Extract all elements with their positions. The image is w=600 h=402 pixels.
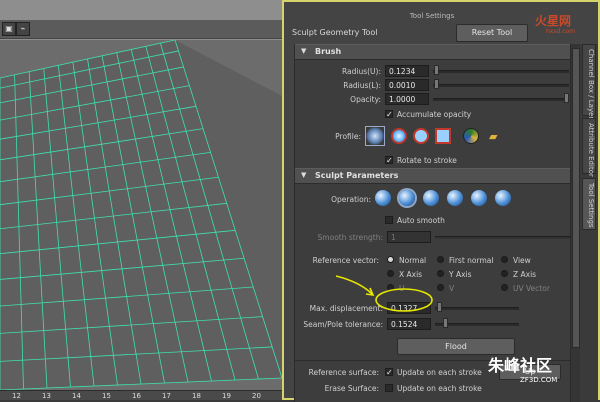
profile-soft-icon[interactable] [365, 126, 385, 146]
erase-operation-icon[interactable] [495, 190, 511, 206]
radius-u-label: Radius(U): [341, 67, 381, 76]
opacity-slider-track[interactable] [433, 98, 569, 101]
ref-uv-vector-label: UV Vector [513, 284, 550, 293]
opacity-field[interactable]: 1.0000 [385, 93, 429, 105]
profile-label: Profile: [335, 132, 361, 141]
update-on-stroke-checkbox[interactable]: ✓ [385, 368, 393, 377]
tab-attribute-editor[interactable]: Attribute Editor [582, 118, 596, 177]
ref-view-radio[interactable] [501, 256, 508, 263]
push-operation-icon[interactable] [375, 190, 391, 206]
erase-update-label: Update on each stroke [397, 384, 482, 393]
opacity-label: Opacity: [350, 95, 381, 104]
tab-tool-settings-label: Tool Settings [587, 183, 595, 228]
rotate-to-stroke-checkbox[interactable]: ✓ [385, 156, 393, 165]
radius-u-field[interactable]: 0.1234 [385, 65, 429, 77]
seam-pole-tolerance-slider-handle[interactable] [442, 318, 448, 328]
accumulate-opacity-label: Accumulate opacity [397, 110, 472, 119]
tool-settings-content: ▼ Brush Radius(U): 0.1234 Radius(L): 0.0… [294, 44, 578, 402]
grid-plane [0, 40, 282, 390]
ref-z-axis-radio[interactable] [501, 270, 508, 277]
ref-y-axis-label: Y Axis [449, 270, 472, 279]
ref-first-normal-label: First normal [449, 256, 494, 265]
tab-attribute-editor-label: Attribute Editor [587, 123, 595, 177]
ref-z-axis-label: Z Axis [513, 270, 537, 279]
reference-surface-label: Reference surface: [308, 368, 379, 377]
tool-name: Sculpt Geometry Tool [292, 28, 378, 37]
smooth-strength-label: Smooth strength: [317, 233, 383, 242]
annotation-highlight [335, 275, 433, 312]
ground-grid [0, 39, 282, 391]
update-on-stroke-label: Update on each stroke [397, 368, 482, 377]
erase-surface-label: Erase Surface: [324, 384, 379, 393]
brush-section-title: Brush [315, 47, 342, 56]
3d-viewport[interactable]: ▣ ⌁ 12 13 14 15 16 17 18 19 20 [0, 0, 282, 400]
profile-image-icon[interactable] [463, 128, 479, 144]
auto-smooth-label: Auto smooth [397, 216, 445, 225]
reference-vector-label: Reference vector: [312, 256, 379, 265]
ref-normal-label: Normal [399, 256, 427, 265]
ruler-tick: 14 [72, 392, 81, 400]
profile-square-icon[interactable] [435, 128, 451, 144]
opacity-slider-handle[interactable] [564, 93, 569, 103]
erase-update-checkbox[interactable] [385, 384, 393, 392]
scrollbar-thumb[interactable] [572, 48, 580, 348]
brush-section-header[interactable]: ▼ Brush [295, 44, 578, 60]
ruler-tick: 20 [252, 392, 261, 400]
time-ruler[interactable]: 12 13 14 15 16 17 18 19 20 [0, 390, 282, 400]
pinch-operation-icon[interactable] [471, 190, 487, 206]
ruler-tick: 13 [42, 392, 51, 400]
watermark-url-bottom: ZF3D.COM [520, 376, 558, 384]
radius-u-slider-track[interactable] [433, 70, 569, 73]
max-displacement-slider-track[interactable] [435, 307, 519, 310]
tab-channel-box[interactable]: Channel Box / Layer Editor [582, 44, 596, 142]
accumulate-opacity-checkbox[interactable]: ✓ [385, 110, 393, 119]
smooth-strength-slider-track[interactable] [435, 236, 571, 239]
collapse-triangle-icon: ▼ [301, 47, 307, 55]
tab-tool-settings[interactable]: Tool Settings [582, 178, 596, 230]
ruler-tick: 17 [162, 392, 171, 400]
ruler-tick: 12 [12, 392, 21, 400]
profile-solid-circle-icon[interactable] [413, 128, 429, 144]
reset-tool-button[interactable]: Reset Tool [456, 24, 528, 42]
ref-first-normal-radio[interactable] [437, 256, 444, 263]
annotation-arrow-icon [335, 275, 373, 295]
tool-settings-panel: Tool Settings Sculpt Geometry Tool Reset… [282, 0, 600, 402]
folder-icon[interactable]: ▰ [489, 130, 497, 143]
seam-pole-tolerance-label: Seam/Pole tolerance: [303, 320, 383, 329]
radius-l-slider-handle[interactable] [434, 79, 440, 89]
ref-normal-radio[interactable] [387, 256, 394, 263]
annotation-circle [375, 288, 433, 312]
radius-u-slider-handle[interactable] [434, 65, 440, 75]
sculpt-parameters-title: Sculpt Parameters [315, 171, 399, 180]
smooth-operation-icon[interactable] [423, 190, 439, 206]
collapse-triangle-icon: ▼ [301, 171, 307, 179]
relax-operation-icon[interactable] [447, 190, 463, 206]
ruler-tick: 18 [192, 392, 201, 400]
ruler-tick: 15 [102, 392, 111, 400]
ruler-tick: 19 [222, 392, 231, 400]
ref-v-label: V [449, 284, 455, 293]
radius-l-field[interactable]: 0.0010 [385, 79, 429, 91]
watermark-logo-top: 火星网 [535, 14, 572, 28]
rotate-to-stroke-label: Rotate to stroke [397, 156, 457, 165]
sculpt-parameters-section-header[interactable]: ▼ Sculpt Parameters [295, 168, 578, 184]
pull-operation-icon[interactable] [399, 190, 415, 206]
radius-l-slider-track[interactable] [433, 84, 569, 87]
radius-l-label: Radius(L): [343, 81, 381, 90]
ref-view-label: View [513, 256, 531, 265]
watermark-logo-bottom: 朱峰社区 [488, 356, 553, 375]
watermark-url-top: hxsd.com [546, 28, 576, 35]
ruler-tick: 16 [132, 392, 141, 400]
auto-smooth-checkbox[interactable] [385, 216, 393, 224]
operation-label: Operation: [331, 195, 371, 204]
side-tab-strip: Channel Box / Layer Editor Attribute Edi… [580, 44, 598, 402]
smooth-strength-field[interactable]: 1 [387, 231, 431, 243]
profile-gaussian-icon[interactable] [391, 128, 407, 144]
ref-uv-vector-radio[interactable] [501, 284, 508, 291]
